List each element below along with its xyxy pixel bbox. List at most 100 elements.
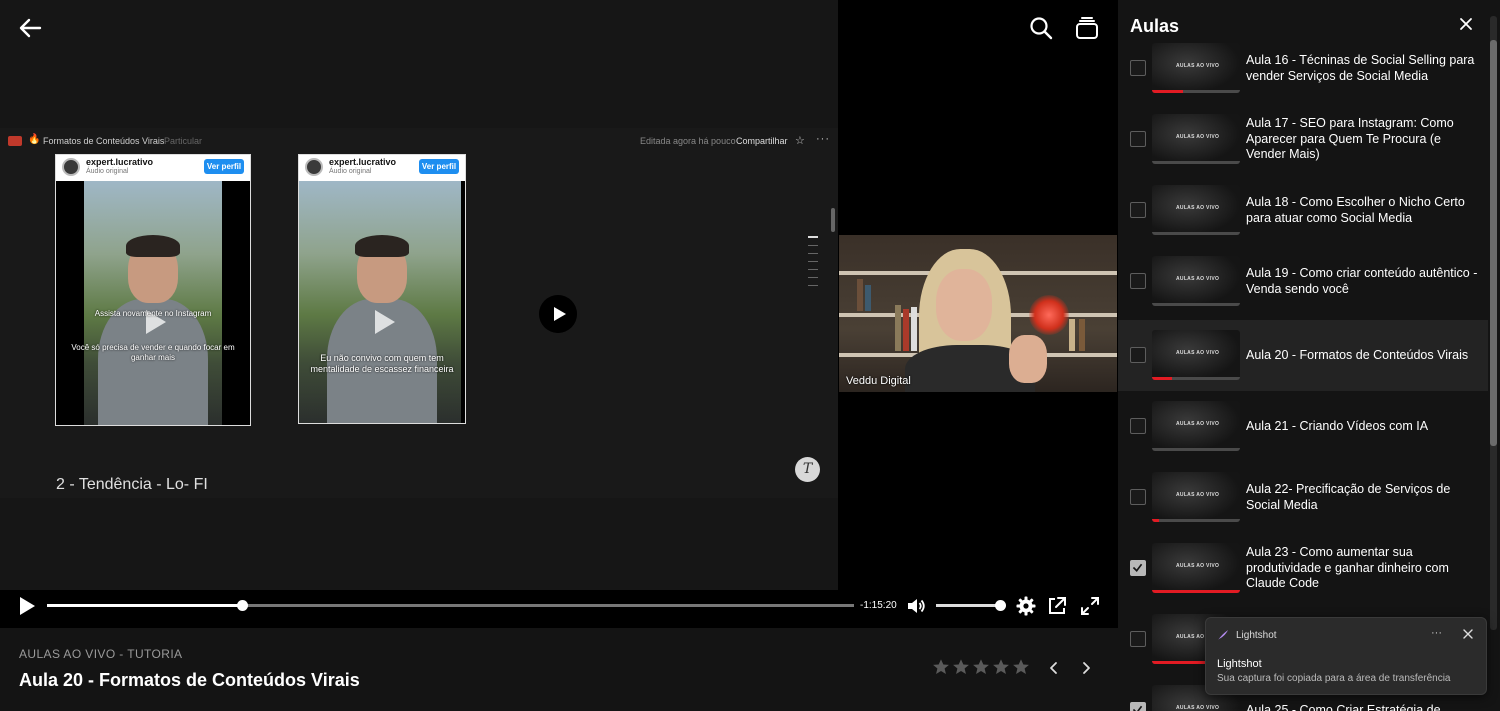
star-icon[interactable] [1012, 658, 1030, 676]
fullscreen-icon[interactable] [1079, 595, 1101, 617]
star-icon: ☆ [795, 135, 805, 147]
star-icon[interactable] [932, 658, 950, 676]
back-arrow-icon[interactable] [16, 14, 44, 42]
doc-scrollbar [831, 208, 835, 232]
lesson-title: Aula 20 - Formatos de Conteúdos Virais [19, 670, 360, 690]
thumbnail-tag: AULAS AO VIVO [1176, 421, 1220, 427]
progress-bar[interactable] [47, 600, 854, 611]
video-frame[interactable]: 🔥 Formatos de Conteúdos Virais Particula… [0, 0, 838, 590]
lesson-checkbox[interactable] [1130, 631, 1146, 647]
lesson-thumbnail[interactable]: AULAS AO VIVO [1152, 185, 1240, 235]
thumbnail-tag: AULAS AO VIVO [1176, 705, 1220, 711]
volume-handle[interactable] [995, 600, 1006, 611]
lesson-thumbnail[interactable]: AULAS AO VIVO [1152, 43, 1240, 93]
player-topbar [0, 0, 1118, 58]
chevron-right-icon[interactable] [1077, 659, 1095, 677]
reel-caption-bottom: Eu não convivo com quem tem mentalidade … [310, 353, 454, 374]
lesson-progress-fill [1152, 90, 1183, 93]
lesson-checkbox[interactable] [1130, 273, 1146, 289]
lesson-thumbnail[interactable]: AULAS AO VIVO [1152, 114, 1240, 164]
thumbnail-tag: AULAS AO VIVO [1176, 276, 1220, 282]
thumbnail-tag: AULAS AO VIVO [1176, 134, 1220, 140]
lesson-checkbox[interactable] [1130, 60, 1146, 76]
lesson-checkbox[interactable] [1130, 202, 1146, 218]
lesson-thumbnail[interactable]: AULAS AO VIVO [1152, 472, 1240, 522]
reel-audio: Áudio original [86, 168, 129, 175]
lesson-item[interactable]: AULAS AO VIVO Aula 18 - Como Escolher o N… [1118, 175, 1488, 246]
volume-slider[interactable] [936, 600, 1006, 611]
thumbnail-tag: AULAS AO VIVO [1176, 63, 1220, 69]
lesson-item[interactable]: AULAS AO VIVO Aula 20 - Formatos de Conte… [1118, 320, 1488, 391]
lesson-progress-bar [1152, 90, 1240, 93]
star-icon[interactable] [952, 658, 970, 676]
reel-header: expert.lucrativo Áudio original Ver perf… [299, 155, 465, 181]
shared-doc-privacy: Particular [164, 136, 203, 146]
lessons-sidebar: Aulas AULAS AO VIVO Aula 16 - Técninas de… [1118, 0, 1500, 711]
lesson-thumbnail[interactable]: AULAS AO VIVO [1152, 256, 1240, 306]
lesson-checkbox[interactable] [1130, 702, 1146, 711]
lesson-progress-fill [1152, 661, 1205, 664]
lightshot-feather-icon [1218, 630, 1228, 640]
star-icon[interactable] [992, 658, 1010, 676]
lesson-checkbox[interactable] [1130, 131, 1146, 147]
center-play-button[interactable] [539, 295, 577, 333]
close-icon[interactable] [1458, 16, 1474, 32]
play-icon[interactable] [17, 595, 37, 617]
more-icon[interactable]: ··· [1431, 627, 1442, 639]
shared-doc-edited: Editada agora há pouco [640, 136, 736, 146]
fire-icon: 🔥 [28, 134, 41, 145]
lesson-item[interactable]: AULAS AO VIVO Aula 19 - Como criar conteú… [1118, 246, 1488, 317]
chevron-left-icon[interactable] [1045, 659, 1063, 677]
reel-card-2: expert.lucrativo Áudio original Ver perf… [298, 154, 466, 424]
shared-doc-title: Formatos de Conteúdos Virais [43, 136, 165, 146]
lesson-thumbnail[interactable]: AULAS AO VIVO [1152, 330, 1240, 380]
lesson-item[interactable]: AULAS AO VIVO Aula 16 - Técninas de Socia… [1118, 33, 1488, 104]
lesson-progress-fill [1152, 377, 1173, 380]
sidebar-scrollbar[interactable] [1490, 16, 1497, 630]
close-icon[interactable] [1462, 628, 1474, 640]
lesson-title: Aula 18 - Como Escolher o Nicho Certo pa… [1246, 195, 1465, 225]
notification-badge [8, 136, 22, 146]
settings-gear-icon[interactable] [1015, 595, 1037, 617]
lesson-thumbnail[interactable]: AULAS AO VIVO [1152, 401, 1240, 451]
reel-card-1: expert.lucrativo Áudio original Ver perf… [55, 154, 251, 426]
layers-icon[interactable] [1074, 15, 1100, 41]
lesson-progress-bar [1152, 303, 1240, 306]
lesson-progress-bar [1152, 232, 1240, 235]
rating-stars[interactable] [932, 658, 1032, 678]
lesson-progress-bar [1152, 519, 1240, 522]
lesson-progress-bar [1152, 448, 1240, 451]
reel-video: Assista novamente no Instagram Você só p… [56, 181, 250, 425]
reel-header: expert.lucrativo Áudio original Ver perf… [56, 155, 250, 181]
lesson-item[interactable]: AULAS AO VIVO Aula 23 - Como aumentar sua… [1118, 533, 1488, 604]
popout-icon[interactable] [1046, 595, 1068, 617]
lesson-checkbox[interactable] [1130, 560, 1146, 576]
view-profile-button: Ver perfil [419, 159, 459, 174]
volume-icon[interactable] [905, 595, 927, 617]
lesson-thumbnail[interactable]: AULAS AO VIVO [1152, 543, 1240, 593]
lesson-checkbox[interactable] [1130, 418, 1146, 434]
star-icon[interactable] [972, 658, 990, 676]
search-icon[interactable] [1028, 15, 1054, 41]
lesson-item[interactable]: AULAS AO VIVO Aula 22- Precificação de Se… [1118, 462, 1488, 533]
lesson-item[interactable]: AULAS AO VIVO Aula 21 - Criando Vídeos co… [1118, 391, 1488, 462]
reel-username: expert.lucrativo [329, 157, 397, 167]
lesson-progress-bar [1152, 377, 1240, 380]
more-icon: ··· [816, 133, 830, 145]
lesson-checkbox[interactable] [1130, 347, 1146, 363]
video-player[interactable]: 🔥 Formatos de Conteúdos Virais Particula… [0, 0, 1118, 628]
course-label: AULAS AO VIVO - TUTORIA [19, 647, 183, 661]
play-overlay-icon [375, 310, 395, 334]
scrollbar-thumb[interactable] [1490, 40, 1497, 446]
shared-screen: 🔥 Formatos de Conteúdos Virais Particula… [0, 128, 838, 498]
lesson-title: Aula 23 - Como aumentar sua produtividad… [1246, 545, 1449, 590]
lesson-title: Aula 16 - Técninas de Social Selling par… [1246, 53, 1475, 83]
thumbnail-tag: AULAS AO VIVO [1176, 205, 1220, 211]
doc-outline [808, 236, 818, 293]
progress-handle[interactable] [237, 600, 249, 611]
lightshot-notification[interactable]: Lightshot ··· Lightshot Sua captura foi … [1205, 617, 1487, 695]
lesson-title: Aula 21 - Criando Vídeos com IA [1246, 419, 1429, 433]
avatar [305, 158, 323, 176]
lesson-checkbox[interactable] [1130, 489, 1146, 505]
lesson-item[interactable]: AULAS AO VIVO Aula 17 - SEO para Instagra… [1118, 104, 1488, 175]
